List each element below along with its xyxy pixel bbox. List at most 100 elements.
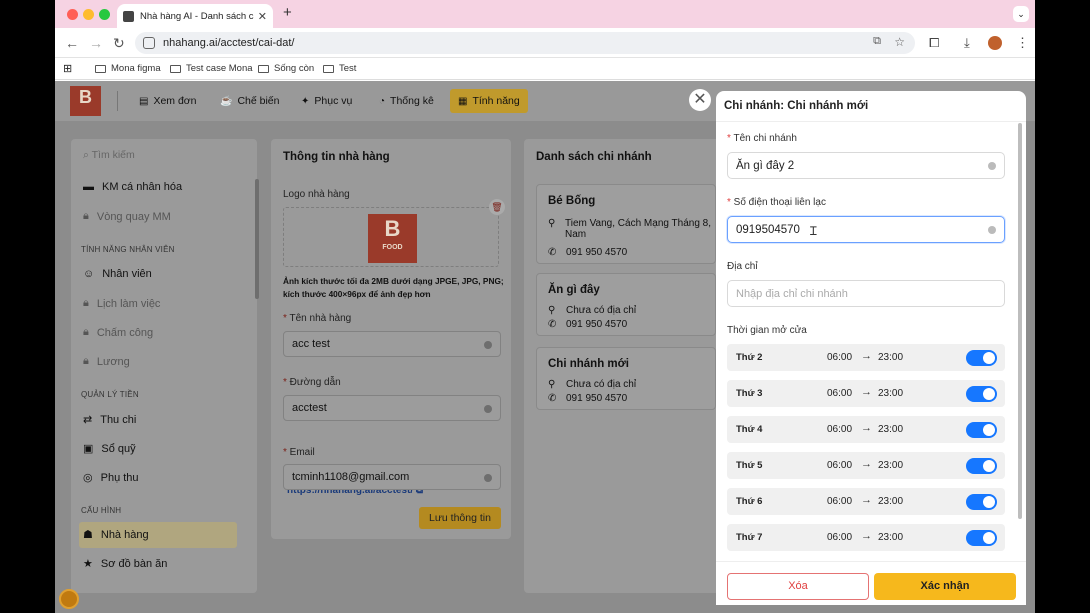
maximize-window-dot[interactable] <box>99 9 110 20</box>
trash-icon[interactable]: 🗑︎ <box>489 199 505 215</box>
clear-icon[interactable] <box>988 226 996 234</box>
sidebar-search[interactable]: ⌕ Tìm kiếm <box>83 149 135 162</box>
chevron-down-icon[interactable]: ⌄ <box>1013 6 1029 22</box>
branch-phone: ✆ 091 950 4570 <box>548 319 627 330</box>
bookmark-item[interactable]: Mona figma <box>95 63 161 74</box>
close-time[interactable]: 23:00 <box>878 532 903 543</box>
drawer-scrollbar[interactable] <box>1018 123 1022 519</box>
sidebar-item-km[interactable]: ▬ KM cá nhân hóa <box>83 181 182 193</box>
branch-card[interactable]: Ăn gì đây ⚲ Chưa có địa chỉ ✆ 091 950 4570 <box>536 273 716 336</box>
close-drawer-icon[interactable]: ✕ <box>689 89 711 111</box>
day-toggle[interactable] <box>966 386 997 402</box>
bookmark-item[interactable]: Test <box>323 63 356 74</box>
sidebar-item-surcharge[interactable]: ◎ Phụ thu <box>83 471 139 485</box>
close-time[interactable]: 23:00 <box>878 388 903 399</box>
nav-kitchen[interactable]: ☕ Chế biến <box>220 89 279 113</box>
arrow-right-icon: → <box>861 386 872 398</box>
menu-dots-icon[interactable]: ⋮ <box>1016 35 1029 51</box>
branch-name: Bé Bống <box>548 195 596 207</box>
favicon-icon <box>123 10 134 22</box>
close-window-dot[interactable] <box>67 9 78 20</box>
delete-button[interactable]: Xóa <box>727 573 869 600</box>
browser-tab[interactable]: Nhà hàng AI - Danh sách cài đ ✕ <box>117 4 273 28</box>
open-time[interactable]: 06:00 <box>827 460 852 471</box>
url-input[interactable]: nhahang.ai/acctest/cai-dat/ ⧉ ☆ <box>135 32 915 54</box>
sidebar-item-label: Nhân viên <box>102 268 152 280</box>
sidebar-item-staff[interactable]: ☺ Nhân viên <box>83 268 152 280</box>
open-time[interactable]: 06:00 <box>827 424 852 435</box>
sidebar-item-salary[interactable]: 🔒︎ Lương <box>83 355 130 368</box>
drawer-footer: Xóa Xác nhận <box>716 561 1026 605</box>
nav-stats[interactable]: ◔ Thống kê <box>379 89 434 113</box>
site-info-icon[interactable] <box>143 37 155 49</box>
close-time[interactable]: 23:00 <box>878 352 903 363</box>
day-toggle[interactable] <box>966 494 997 510</box>
bookmark-item[interactable]: Sống còn <box>258 63 314 74</box>
address-text: Tiem Vang, Cách Mạng Tháng 8, Nam <box>565 218 712 240</box>
sidebar-item-wheel[interactable]: 🔒︎ Vòng quay MM <box>83 210 171 223</box>
back-icon[interactable]: ← <box>65 35 79 51</box>
notification-bell-icon[interactable] <box>59 589 79 609</box>
apps-grid-icon[interactable]: ⊞ <box>63 62 72 75</box>
logo-upload[interactable]: B FOOD <box>283 207 499 267</box>
day-toggle[interactable] <box>966 530 997 546</box>
day-toggle[interactable] <box>966 350 997 366</box>
phone-input[interactable]: 0919504570 Ɪ <box>727 216 1005 243</box>
path-input[interactable]: acctest <box>283 395 501 421</box>
sidebar-item-restaurant[interactable]: ☗ Nhà hàng <box>83 528 149 542</box>
clear-icon[interactable] <box>484 405 492 413</box>
sidebar-item-timekeeping[interactable]: 🔒︎ Chấm công <box>83 326 153 339</box>
close-time[interactable]: 23:00 <box>878 460 903 471</box>
extensions-icon[interactable]: ⧠ <box>929 35 939 51</box>
open-time[interactable]: 06:00 <box>827 352 852 363</box>
clear-icon[interactable] <box>484 474 492 482</box>
label-text: Email <box>289 447 315 458</box>
bookmark-item[interactable]: Test case Mona <box>170 63 253 74</box>
arrow-right-icon: → <box>861 530 872 542</box>
minimize-window-dot[interactable] <box>83 9 94 20</box>
nav-label: Tính năng <box>472 95 520 107</box>
download-icon[interactable]: ⤓ <box>964 35 970 51</box>
brand-logo[interactable]: B <box>70 86 101 116</box>
open-time[interactable]: 06:00 <box>827 496 852 507</box>
tab-title: Nhà hàng AI - Danh sách cài đ <box>140 10 254 22</box>
branch-card[interactable]: Bé Bống ⚲ Tiem Vang, Cách Mạng Tháng 8, N… <box>536 184 716 264</box>
profile-avatar[interactable] <box>988 36 1002 50</box>
open-time[interactable]: 06:00 <box>827 532 852 543</box>
close-time[interactable]: 23:00 <box>878 496 903 507</box>
open-time[interactable]: 06:00 <box>827 388 852 399</box>
close-tab-icon[interactable]: ✕ <box>258 10 267 23</box>
sidebar-item-fund[interactable]: ▣ Sổ quỹ <box>83 442 136 456</box>
restaurant-name-input[interactable]: acc test <box>283 331 501 357</box>
search-placeholder: Tìm kiếm <box>91 149 135 161</box>
logo-label: Logo nhà hàng <box>283 189 350 200</box>
install-icon[interactable]: ⧉ <box>873 35 881 48</box>
branch-list-panel: Danh sách chi nhánh Bé Bống ⚲ Tiem Vang, … <box>524 139 720 593</box>
clear-icon[interactable] <box>988 162 996 170</box>
nav-orders[interactable]: ▤ Xem đơn <box>139 89 197 113</box>
section-header: CẤU HÌNH <box>81 506 122 515</box>
star-icon[interactable]: ☆ <box>894 35 905 49</box>
search-icon: ⌕ <box>83 149 92 161</box>
browser-window: Nhà hàng AI - Danh sách cài đ ✕ + ⌄ ← → … <box>55 0 1035 613</box>
email-input[interactable]: tcminh1108@gmail.com <box>283 464 501 490</box>
new-tab-icon[interactable]: + <box>283 4 292 21</box>
sidebar-item-schedule[interactable]: 🔒︎ Lịch làm việc <box>83 297 160 310</box>
arrow-right-icon: → <box>861 422 872 434</box>
day-toggle[interactable] <box>966 458 997 474</box>
confirm-button[interactable]: Xác nhận <box>874 573 1016 600</box>
branch-card[interactable]: Chi nhánh mới ⚲ Chưa có địa chỉ ✆ 091 950 … <box>536 347 716 410</box>
close-time[interactable]: 23:00 <box>878 424 903 435</box>
branch-name-input[interactable]: Ăn gì đây 2 <box>727 152 1005 179</box>
sidebar-scrollbar[interactable] <box>255 179 259 299</box>
reload-icon[interactable]: ↻ <box>113 35 125 52</box>
day-toggle[interactable] <box>966 422 997 438</box>
nav-serve[interactable]: ✦ Phục vụ <box>301 89 352 113</box>
nav-features[interactable]: ▦ Tính năng <box>450 89 528 113</box>
forward-icon[interactable]: → <box>89 35 103 51</box>
sidebar-item-income[interactable]: ⇄ Thu chi <box>83 413 136 427</box>
sidebar-item-tablemap[interactable]: ★ Sơ đồ bàn ăn <box>83 557 167 571</box>
address-input[interactable]: Nhập địa chỉ chi nhánh <box>727 280 1005 307</box>
save-button[interactable]: Lưu thông tin <box>419 507 501 529</box>
clear-icon[interactable] <box>484 341 492 349</box>
